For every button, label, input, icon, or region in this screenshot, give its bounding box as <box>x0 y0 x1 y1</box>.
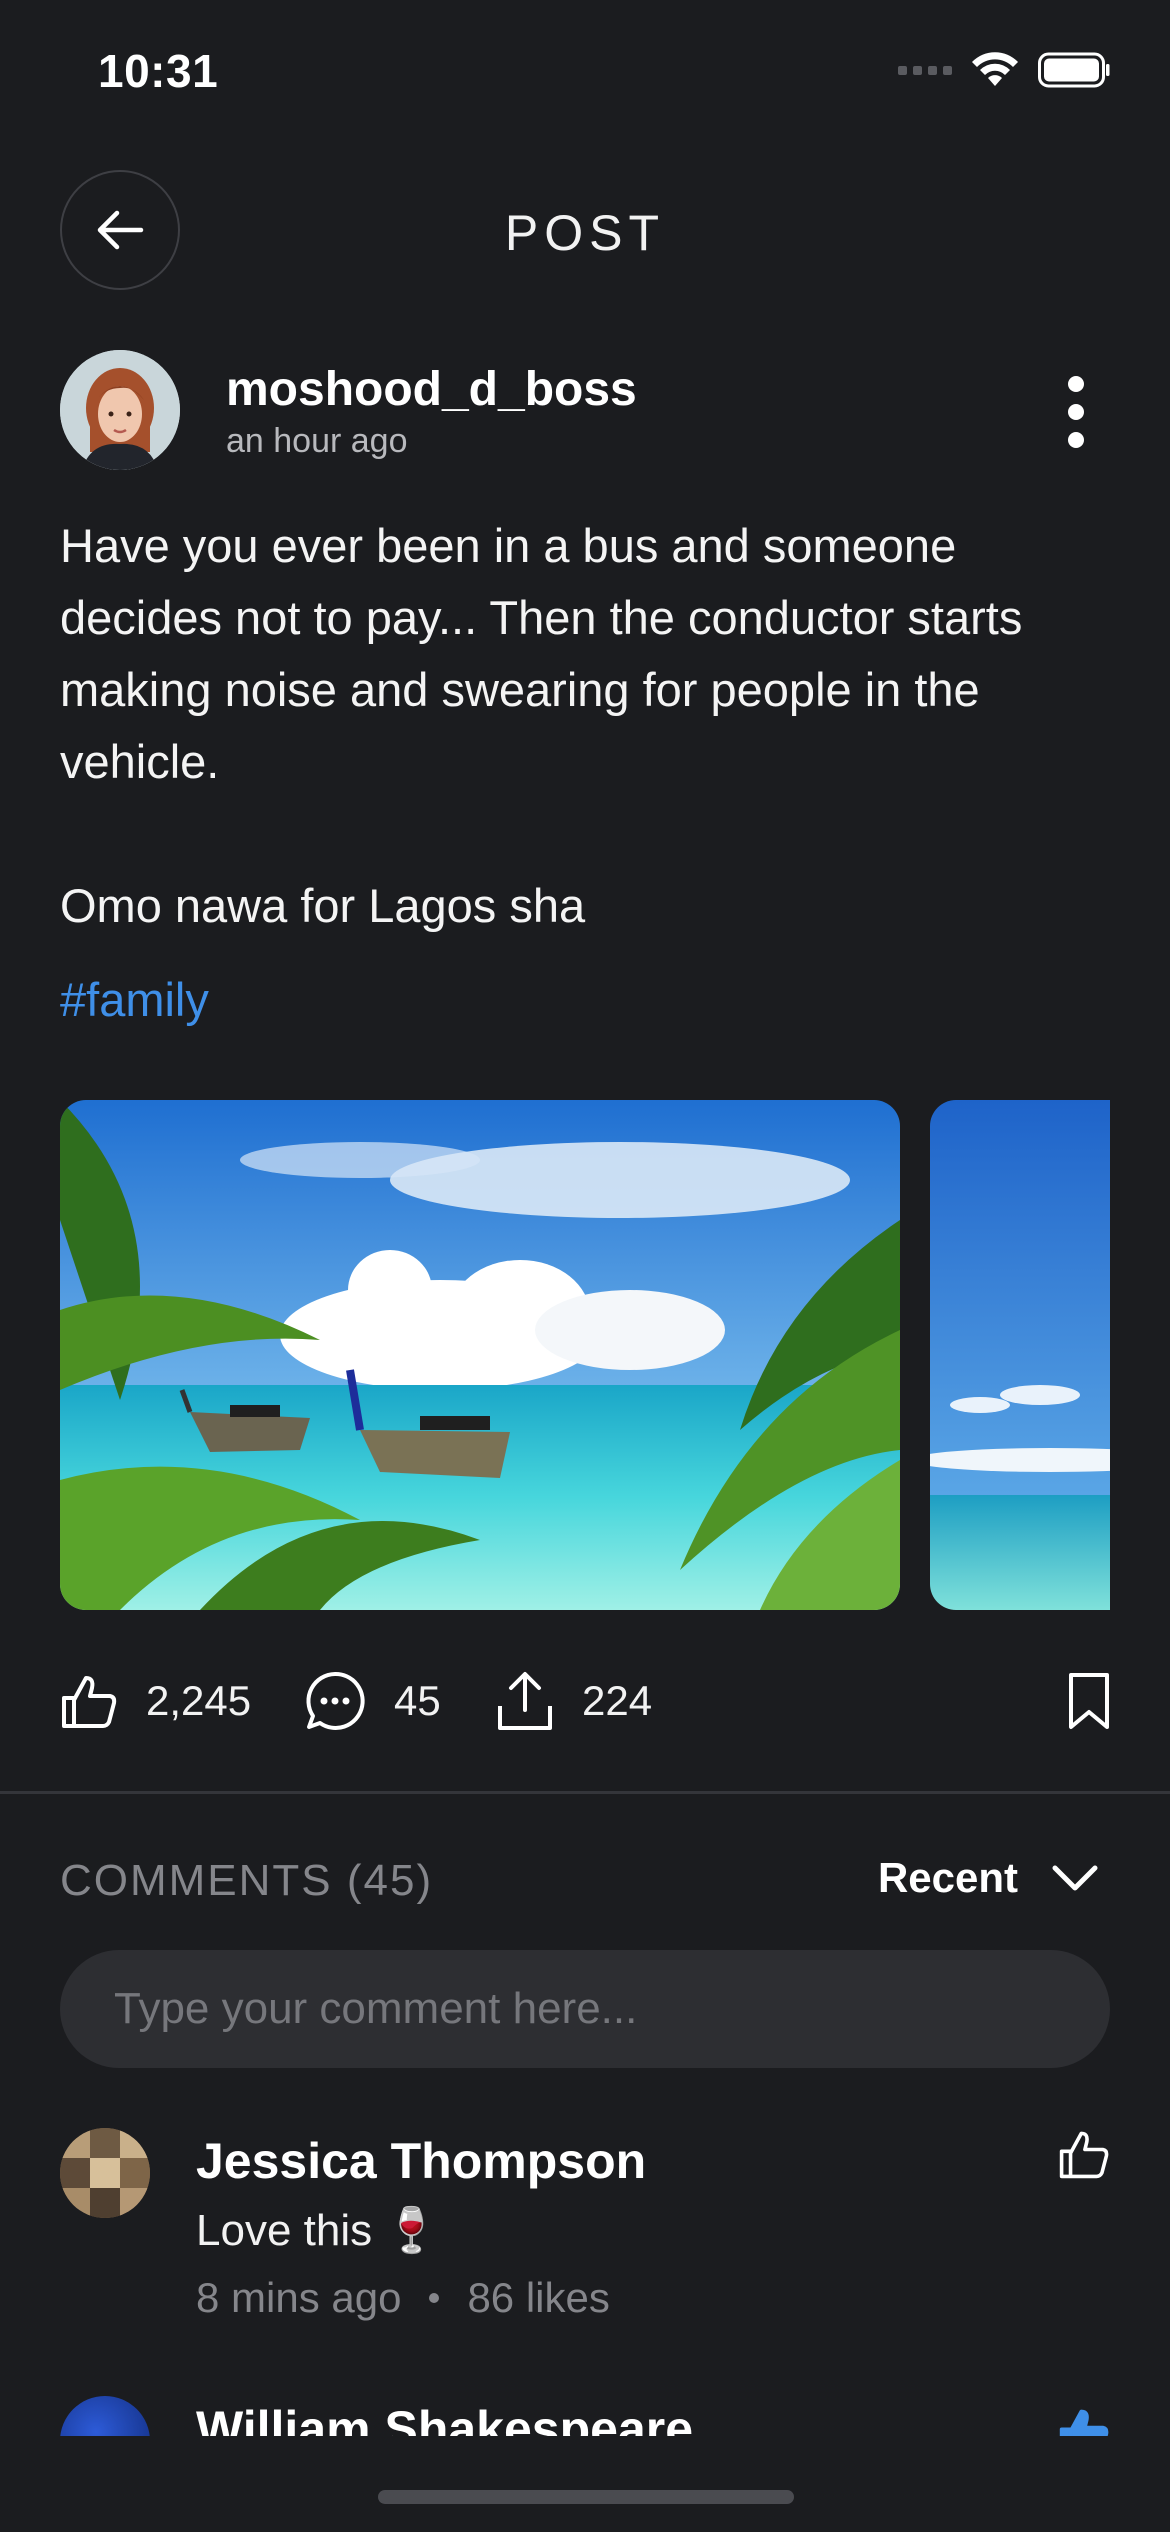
post-actions: 2,245 45 224 <box>60 1664 1110 1738</box>
comment-meta: 8 mins ago 86 likes <box>196 2274 610 2322</box>
top-bar: POST <box>0 170 1170 294</box>
post-author: moshood_d_boss an hour ago <box>60 350 1110 472</box>
author-avatar[interactable] <box>60 350 180 470</box>
thumbs-up-icon <box>1059 2409 1109 2436</box>
bookmark-icon <box>1069 1673 1109 1729</box>
page-title: POST <box>504 205 666 261</box>
battery-icon <box>1038 52 1110 88</box>
status-time: 10:31 <box>98 45 219 97</box>
sort-label: Recent <box>877 1854 1018 1901</box>
comment-like-button[interactable] <box>1058 2406 1110 2436</box>
wifi-icon <box>972 52 1018 86</box>
sort-dropdown[interactable]: Recent <box>878 1854 1098 1902</box>
comment-likes: 86 likes <box>467 2274 610 2321</box>
comment-item: William Shakespeare <box>60 2396 1110 2436</box>
section-divider <box>0 1791 1170 1794</box>
thumbs-up-icon <box>62 1676 117 1728</box>
post-paragraph: Have you ever been in a bus and someone … <box>60 519 1023 788</box>
post-paragraph: Omo nawa for Lagos sha <box>60 879 586 932</box>
image-carousel[interactable] <box>60 1100 1110 1610</box>
comment-input[interactable] <box>60 1950 1110 2068</box>
commenter-avatar[interactable] <box>60 2396 150 2436</box>
comments-heading: COMMENTS (45) <box>60 1856 434 1905</box>
author-username[interactable]: moshood_d_boss <box>226 362 637 417</box>
post-image[interactable] <box>60 1100 900 1610</box>
status-bar: 10:31 <box>0 0 1170 140</box>
more-options-button[interactable] <box>1056 376 1096 448</box>
comment-time: 8 mins ago <box>196 2274 402 2321</box>
comment-count: 45 <box>394 1677 441 1724</box>
commenter-name[interactable]: Jessica Thompson <box>196 2132 646 2190</box>
chat-bubble-icon <box>306 1671 365 1730</box>
home-indicator <box>378 2490 794 2504</box>
comment-item: Jessica Thompson Love this 🍷 8 mins ago … <box>60 2128 1110 2328</box>
share-count: 224 <box>582 1677 653 1724</box>
post-body: Have you ever been in a bus and someone … <box>60 510 1120 942</box>
comment-text: Love this 🍷 <box>196 2206 440 2255</box>
like-button[interactable]: 2,245 <box>60 1664 251 1738</box>
status-icons <box>898 52 1110 88</box>
comment-button[interactable]: 45 <box>304 1664 441 1738</box>
share-button[interactable]: 224 <box>496 1664 652 1738</box>
chevron-down-icon <box>1052 1865 1098 1891</box>
commenter-name[interactable]: William Shakespeare <box>196 2400 693 2436</box>
comment-like-button[interactable] <box>1058 2128 1110 2185</box>
commenter-avatar[interactable] <box>60 2128 150 2218</box>
more-vertical-icon <box>1068 376 1084 392</box>
share-upload-icon <box>498 1672 552 1730</box>
cellular-signal-icon <box>898 65 952 75</box>
separator-dot <box>429 2293 440 2303</box>
post-image[interactable] <box>930 1100 1110 1610</box>
like-count: 2,245 <box>146 1677 252 1724</box>
thumbs-up-icon <box>1059 2131 1109 2179</box>
post-timestamp: an hour ago <box>226 422 408 460</box>
hashtag-link[interactable]: #family <box>60 972 209 1027</box>
bookmark-button[interactable] <box>1068 1672 1110 1735</box>
